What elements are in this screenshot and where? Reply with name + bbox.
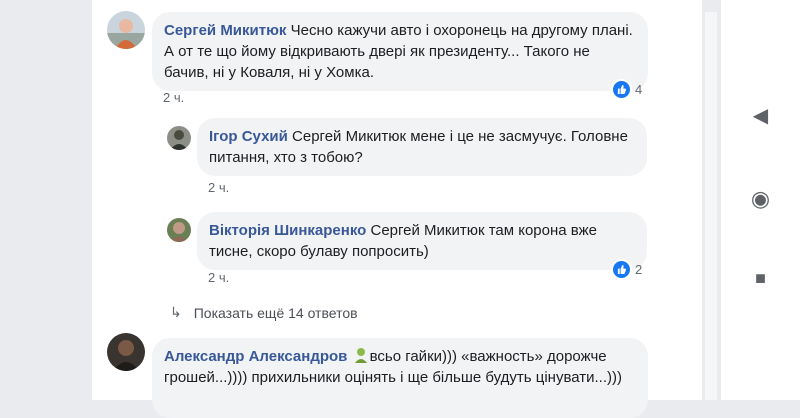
avatar[interactable] [107, 333, 145, 371]
comment-time[interactable]: 2 ч. [208, 180, 229, 195]
reaction-count: 2 [635, 262, 643, 277]
home-circle-icon[interactable]: ◉ [721, 186, 800, 212]
comment-author[interactable]: Сергей Микитюк [164, 22, 286, 39]
avatar[interactable] [167, 126, 191, 150]
recents-square-icon[interactable]: ■ [721, 268, 800, 289]
comment-bubble: Александр Александров всьо гайки))) «важ… [152, 338, 648, 418]
left-background [0, 0, 92, 400]
reaction-summary[interactable]: 2 [611, 259, 642, 280]
android-navigation-bar: ◀ ◉ ■ [721, 0, 800, 400]
reply-bubble: Ігор Сухий Сергей Микитюк мене і це не з… [197, 118, 647, 176]
back-triangle-icon[interactable]: ◀ [721, 103, 800, 128]
reaction-count: 4 [635, 82, 643, 97]
reaction-summary[interactable]: 4 [611, 79, 642, 100]
comment-author[interactable]: Вікторія Шинкаренко [209, 222, 366, 239]
like-icon [611, 79, 632, 100]
show-more-replies-label: Показать ещё 14 ответов [193, 304, 358, 321]
comment-time[interactable]: 2 ч. [163, 90, 184, 105]
reply-arrow-icon: ↳ [170, 304, 182, 320]
avatar[interactable] [107, 11, 145, 49]
comment-bubble: Сергей Микитюк Чесно кажучи авто і охоро… [152, 12, 648, 91]
right-column-edge [705, 12, 717, 400]
like-icon [611, 259, 632, 280]
person-emoji-icon [353, 347, 369, 363]
reply-bubble: Вікторія Шинкаренко Сергей Микитюк там к… [197, 212, 647, 270]
comment-time[interactable]: 2 ч. [208, 270, 229, 285]
show-more-replies-link[interactable]: ↳ Показать ещё 14 ответов [170, 304, 358, 321]
comment-author[interactable]: Ігор Сухий [209, 128, 288, 145]
avatar[interactable] [167, 218, 191, 242]
comment-author[interactable]: Александр Александров [164, 348, 347, 365]
